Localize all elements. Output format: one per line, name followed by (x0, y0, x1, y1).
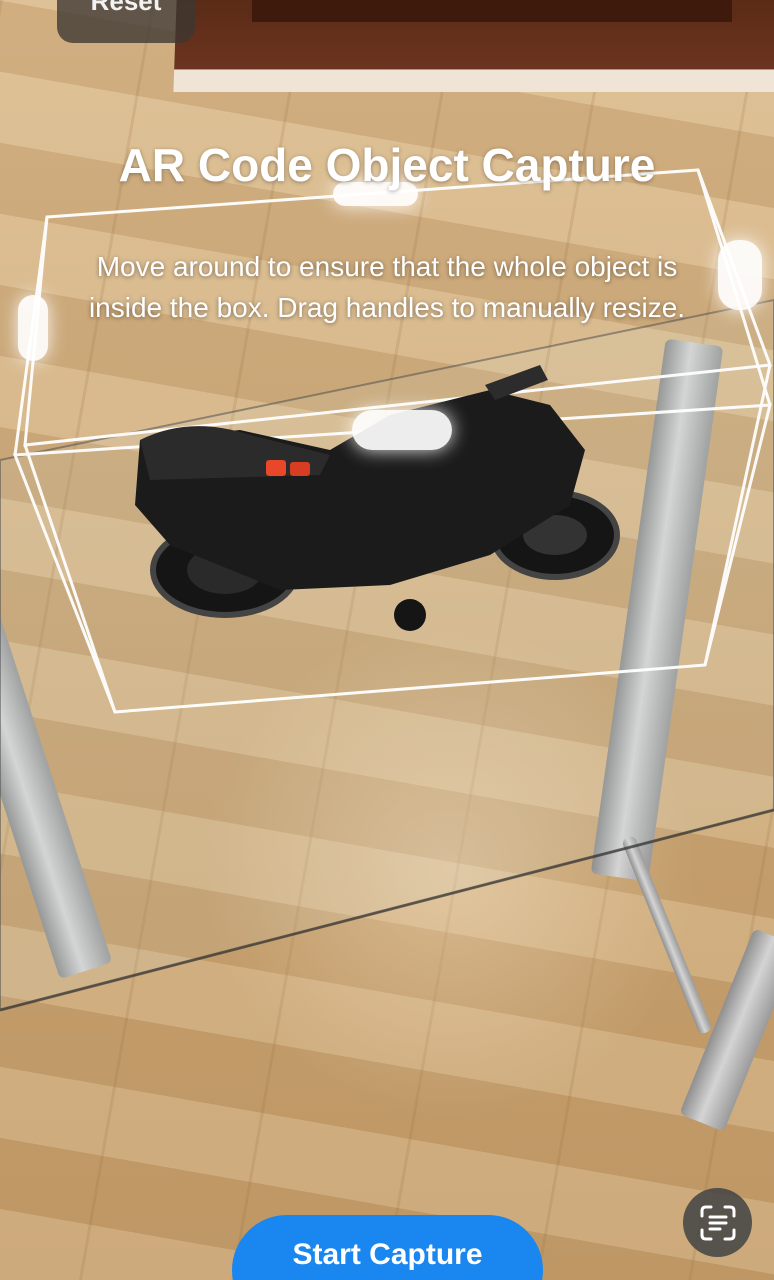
motorcycle-object (135, 365, 620, 631)
bounding-box-handle-right[interactable] (718, 240, 762, 310)
reset-button[interactable]: Reset (57, 0, 195, 43)
bounding-box-handle-front[interactable] (352, 410, 452, 450)
capture-instructions: Move around to ensure that the whole obj… (88, 251, 686, 323)
reset-button-label: Reset (90, 0, 162, 16)
bounding-box-handle-left[interactable] (18, 295, 48, 361)
text-scan-button[interactable] (683, 1188, 752, 1257)
start-capture-label: Start Capture (292, 1238, 483, 1271)
start-capture-button[interactable]: Start Capture (232, 1215, 543, 1280)
ar-capture-screen: Reset AR Code Object Capture Move around… (0, 0, 774, 1280)
page-title: AR Code Object Capture (118, 139, 656, 191)
text-scan-icon (700, 1205, 735, 1240)
